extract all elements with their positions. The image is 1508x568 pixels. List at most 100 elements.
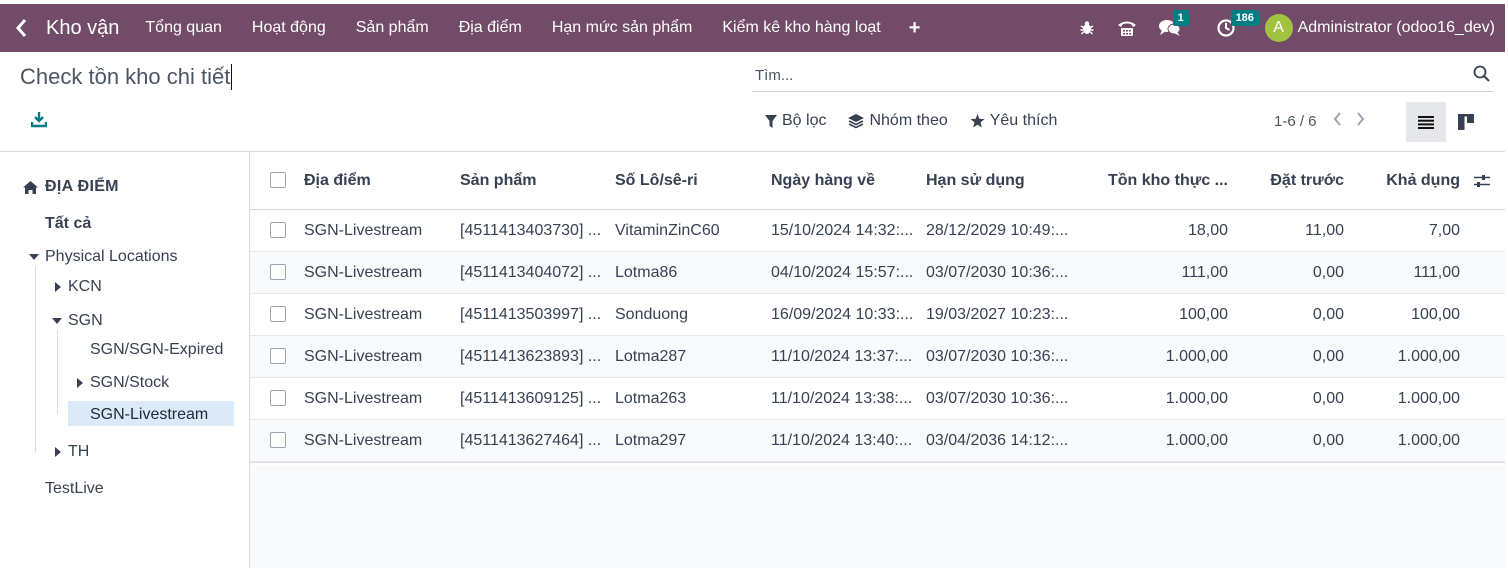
menu-locations[interactable]: Địa điểm xyxy=(459,19,522,37)
table-bottom-border xyxy=(250,462,1505,463)
sidebar-item-label: SGN xyxy=(68,312,103,329)
menu-operations[interactable]: Hoạt động xyxy=(252,19,326,37)
table-row[interactable]: SGN-Livestream [4511413623893] ... Lotma28… xyxy=(250,336,1505,378)
table-row[interactable]: SGN-Livestream [4511413627464] ... Lotma29… xyxy=(250,420,1505,462)
sidebar-item-kcn[interactable]: KCN xyxy=(55,278,102,296)
table-row[interactable]: SGN-Livestream [4511413609125] ... Lotma26… xyxy=(250,378,1505,420)
pager-value[interactable]: 1-6 / 6 xyxy=(1274,113,1317,130)
optional-columns-icon[interactable] xyxy=(1474,174,1490,192)
menu-overview[interactable]: Tổng quan xyxy=(145,19,222,37)
list-view-icon[interactable] xyxy=(1406,102,1446,142)
table-row[interactable]: SGN-Livestream [4511413403730] ... Vitamin… xyxy=(250,210,1505,252)
cell-available: 1.000,00 xyxy=(1397,348,1460,365)
column-lot-serial[interactable]: Số Lô/sê-ri xyxy=(615,172,698,190)
select-all-checkbox[interactable] xyxy=(270,172,286,188)
cell-lot-serial: Lotma297 xyxy=(615,432,687,449)
sidebar-item-label: SGN/SGN-Expired xyxy=(90,341,224,358)
row-checkbox[interactable] xyxy=(270,390,286,406)
cell-available: 111,00 xyxy=(1413,264,1460,281)
user-menu[interactable]: Administrator (odoo16_dev) xyxy=(1298,19,1495,37)
caret-right-icon[interactable] xyxy=(77,378,83,388)
caret-right-icon[interactable] xyxy=(55,447,61,457)
filter-button[interactable]: Bộ lọc xyxy=(765,112,826,130)
cell-location: SGN-Livestream xyxy=(304,264,423,281)
pager-previous-icon[interactable] xyxy=(1333,112,1342,130)
activity-clock-icon[interactable]: 186 xyxy=(1216,10,1259,37)
menu-bulk-inventory[interactable]: Kiểm kê kho hàng loạt xyxy=(722,19,880,37)
download-icon[interactable] xyxy=(30,111,48,132)
caret-down-icon[interactable] xyxy=(52,318,62,324)
star-icon xyxy=(970,114,985,128)
avatar[interactable]: A xyxy=(1264,14,1293,42)
cell-on-hand: 1.000,00 xyxy=(1165,348,1228,365)
cell-expiry-date: 03/07/2030 10:36:... xyxy=(926,390,1069,407)
search-bar xyxy=(752,60,1494,92)
favorites-button[interactable]: Yêu thích xyxy=(970,112,1057,130)
sidebar-item-label: TestLive xyxy=(45,480,104,497)
sidebar-item-sgn-stock[interactable]: SGN/Stock xyxy=(77,374,169,392)
cell-incoming-date: 15/10/2024 14:32:... xyxy=(771,222,914,239)
table-body: SGN-Livestream [4511413403730] ... Vitamin… xyxy=(250,210,1505,462)
group-by-button[interactable]: Nhóm theo xyxy=(848,112,948,130)
column-expiry-date[interactable]: Hạn sử dụng xyxy=(926,172,1025,190)
table-row[interactable]: SGN-Livestream [4511413503997] ... Sonduon… xyxy=(250,294,1505,336)
layers-icon xyxy=(848,113,865,128)
messages-count-badge: 1 xyxy=(1172,10,1189,26)
phone-icon[interactable] xyxy=(1117,19,1137,37)
cell-product: [4511413404072] ... xyxy=(460,264,600,281)
cell-expiry-date: 28/12/2029 10:49:... xyxy=(926,222,1069,239)
row-checkbox[interactable] xyxy=(270,264,286,280)
column-incoming-date[interactable]: Ngày hàng về xyxy=(771,172,875,190)
search-icon[interactable] xyxy=(1473,65,1490,86)
row-checkbox[interactable] xyxy=(270,432,286,448)
caret-right-icon[interactable] xyxy=(55,282,61,292)
row-checkbox[interactable] xyxy=(270,222,286,238)
cell-lot-serial: VitaminZinC60 xyxy=(615,222,720,239)
cell-product: [4511413609125] ... xyxy=(460,390,600,407)
app-title[interactable]: Kho vận xyxy=(46,17,119,40)
caret-down-icon[interactable] xyxy=(29,254,39,260)
pager-next-icon[interactable] xyxy=(1356,112,1365,130)
back-chevron-icon[interactable] xyxy=(4,18,38,38)
cell-incoming-date: 11/10/2024 13:38:... xyxy=(771,390,913,407)
sidebar-item-th[interactable]: TH xyxy=(55,443,89,461)
column-on-hand[interactable]: Tồn kho thực ... xyxy=(1096,172,1228,190)
cell-incoming-date: 11/10/2024 13:40:... xyxy=(771,432,913,449)
text-cursor xyxy=(231,64,233,90)
search-input[interactable] xyxy=(752,67,1473,84)
column-reserved[interactable]: Đặt trước xyxy=(1250,172,1344,190)
page-title: Check tồn kho chi tiết xyxy=(20,64,233,90)
cell-location: SGN-Livestream xyxy=(304,390,423,407)
sidebar-item-label: SGN/Stock xyxy=(90,374,170,391)
cell-incoming-date: 04/10/2024 15:57:... xyxy=(771,264,914,281)
sidebar-item-physical-locations[interactable]: Physical Locations xyxy=(29,248,178,266)
row-checkbox[interactable] xyxy=(270,348,286,364)
sidebar-item-testlive[interactable]: TestLive xyxy=(45,480,104,498)
sidebar-item-label: SGN-Livestream xyxy=(90,406,209,423)
cell-on-hand: 100,00 xyxy=(1179,306,1228,323)
sidebar-item-sgn-livestream[interactable]: SGN-Livestream xyxy=(90,406,208,424)
cell-reserved: 11,00 xyxy=(1305,222,1344,239)
cell-lot-serial: Lotma86 xyxy=(615,264,678,281)
cell-lot-serial: Lotma287 xyxy=(615,348,687,365)
cell-incoming-date: 11/10/2024 13:37:... xyxy=(771,348,913,365)
cell-product: [4511413623893] ... xyxy=(460,348,600,365)
messages-icon[interactable]: 1 xyxy=(1158,10,1189,37)
sidebar-item-sgn[interactable]: SGN xyxy=(52,312,103,330)
column-product[interactable]: Sản phẩm xyxy=(460,172,536,190)
table-row[interactable]: SGN-Livestream [4511413404072] ... Lotma86… xyxy=(250,252,1505,294)
sidebar-item-sgn-expired[interactable]: SGN/SGN-Expired xyxy=(90,341,223,359)
column-location[interactable]: Địa điểm xyxy=(304,172,371,190)
column-available[interactable]: Khả dụng xyxy=(1370,172,1460,190)
add-menu-plus-icon[interactable]: + xyxy=(909,17,921,40)
menu-products[interactable]: Sản phẩm xyxy=(356,19,429,37)
row-checkbox[interactable] xyxy=(270,306,286,322)
cell-on-hand: 1.000,00 xyxy=(1165,432,1228,449)
sidebar-heading: ĐỊA ĐIỂM xyxy=(23,178,119,196)
bug-icon[interactable] xyxy=(1079,20,1095,36)
kanban-view-icon[interactable] xyxy=(1446,102,1486,142)
cell-location: SGN-Livestream xyxy=(304,432,423,449)
sidebar-item-all[interactable]: Tất cả xyxy=(45,215,91,233)
menu-product-limits[interactable]: Hạn mức sản phẩm xyxy=(552,19,693,37)
table-header: Địa điểm Sản phẩm Số Lô/sê-ri Ngày hàng … xyxy=(250,152,1505,210)
